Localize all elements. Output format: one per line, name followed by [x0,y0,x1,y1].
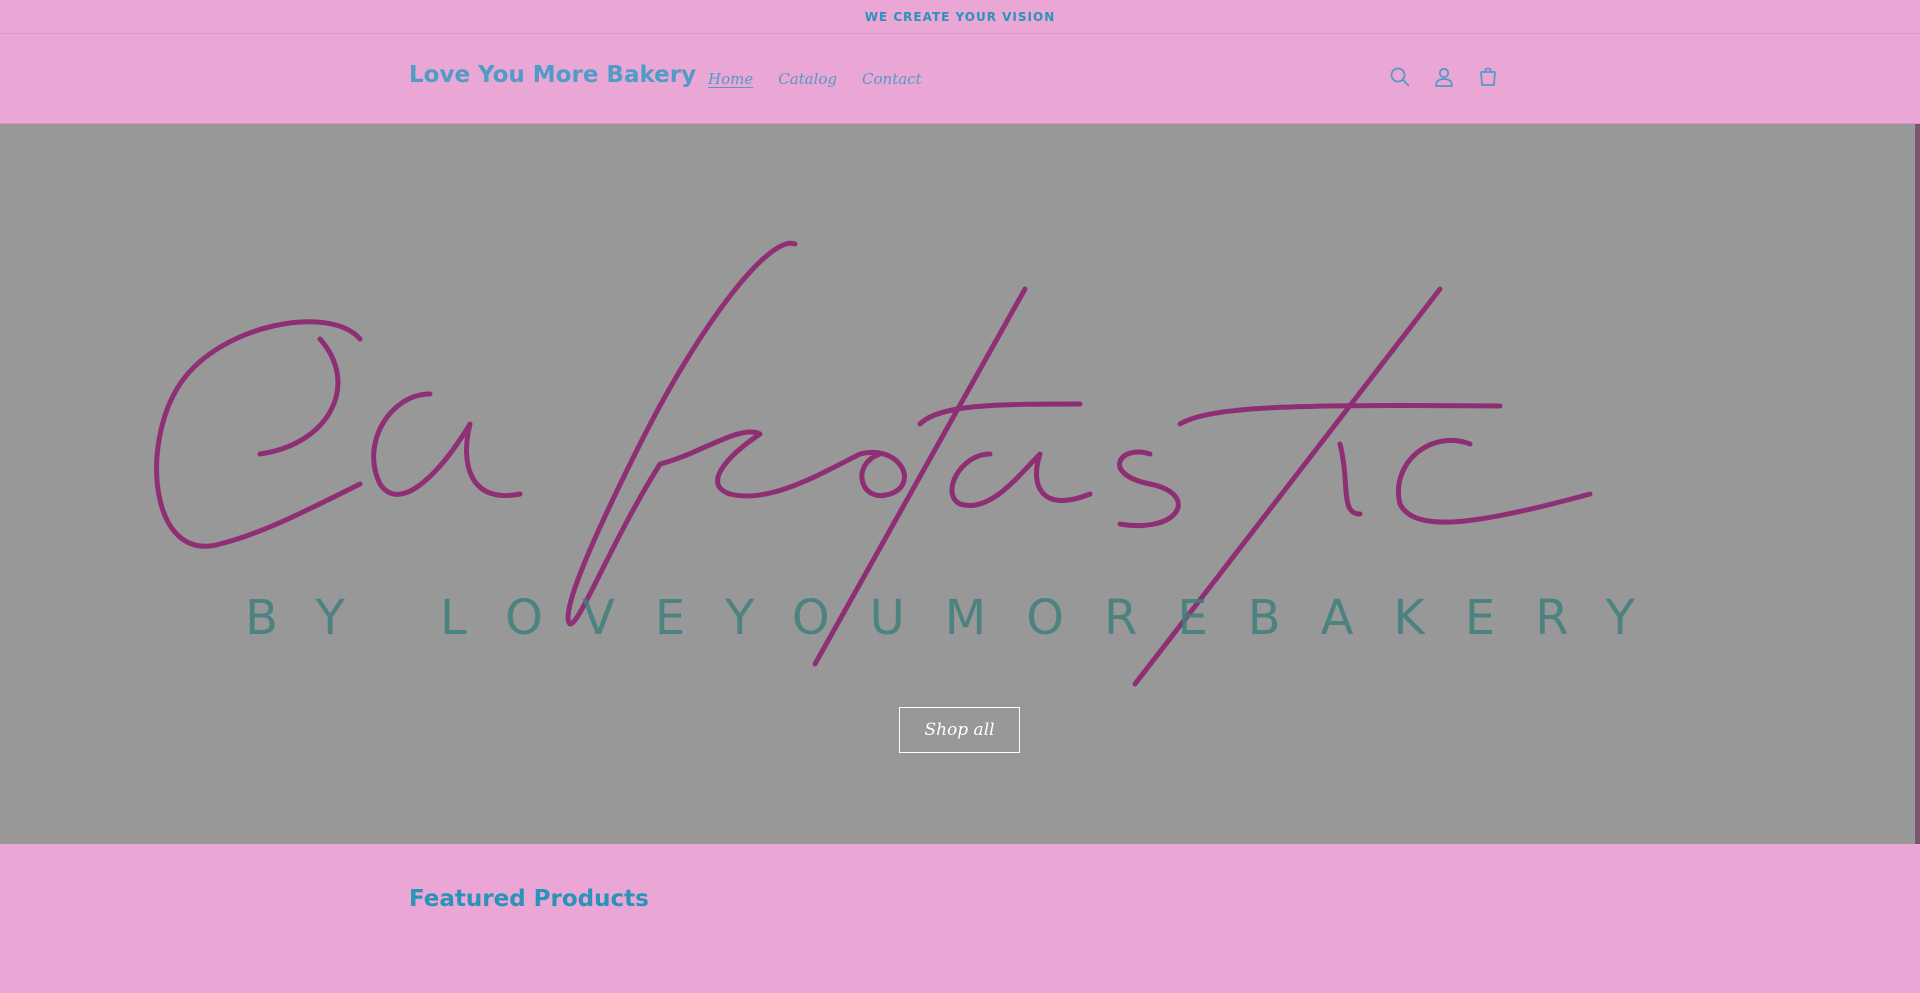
cart-icon[interactable] [1476,65,1500,89]
announcement-bar: WE CREATE YOUR VISION [0,0,1920,34]
store-logo-link[interactable]: Love You More Bakery [409,62,696,88]
search-icon[interactable] [1388,65,1412,89]
announcement-text: WE CREATE YOUR VISION [864,9,1056,24]
hero-banner: BY LOVEYOUMOREBAKERY Shop all [0,124,1920,844]
main-nav: Home Catalog Contact [708,70,922,88]
site-header: Love You More Bakery Home Catalog Contac… [0,34,1920,124]
hero-scrollbar-edge [1915,124,1920,844]
nav-home-link[interactable]: Home [708,70,753,88]
svg-text:BY LOVEYOUMOREBAKERY: BY LOVEYOUMOREBAKERY [245,590,1675,646]
shop-all-button[interactable]: Shop all [899,707,1020,753]
header-icons [1388,65,1500,89]
nav-catalog-link[interactable]: Catalog [778,70,837,88]
nav-contact-link[interactable]: Contact [862,70,922,88]
featured-products-heading: Featured Products [409,886,649,912]
account-icon[interactable] [1432,65,1456,89]
